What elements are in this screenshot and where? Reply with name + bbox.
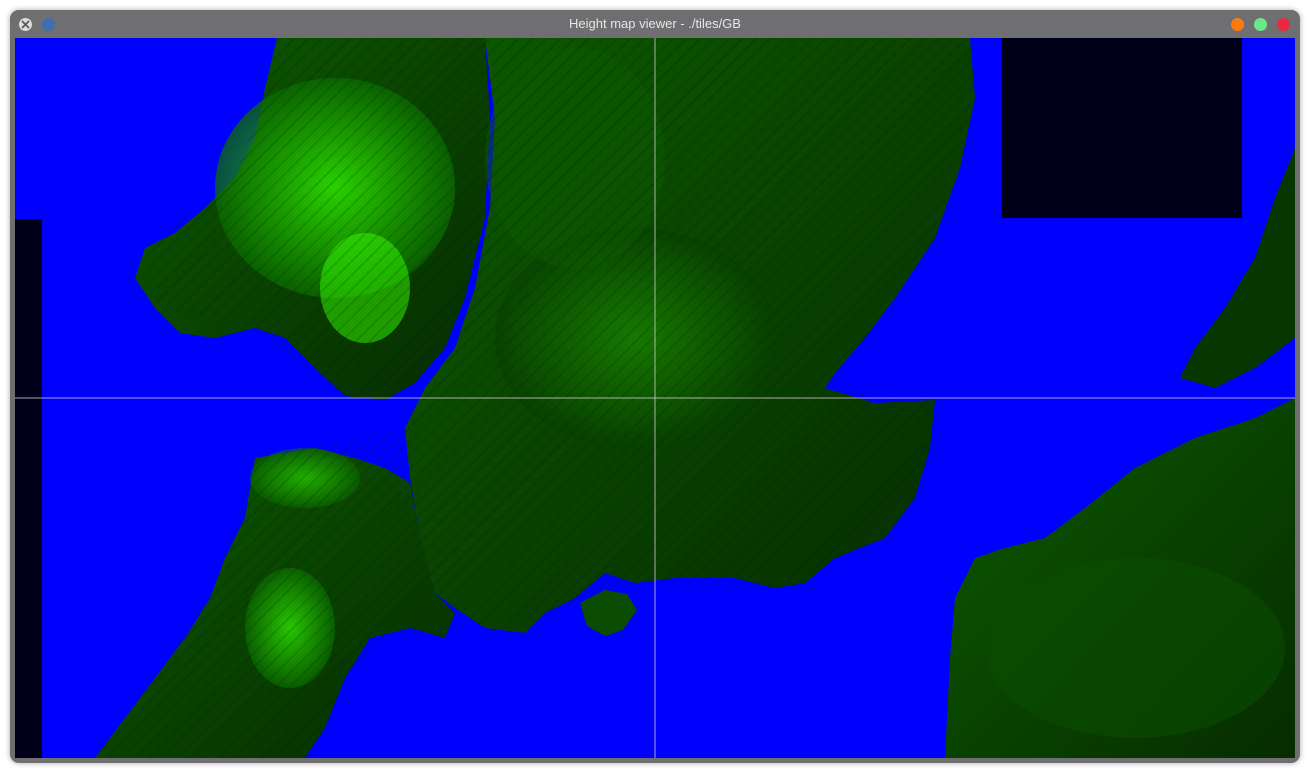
height-map-canvas[interactable] [15,38,1295,758]
missing-tile-top-right [1002,38,1242,218]
land-france-interior [985,558,1285,738]
app-window: Height map viewer - ./tiles/GB [10,10,1300,763]
window-title: Height map viewer - ./tiles/GB [569,16,741,31]
close-button[interactable] [1277,18,1290,31]
missing-tile-left [15,219,42,758]
titlebar[interactable]: Height map viewer - ./tiles/GB [10,10,1300,38]
minimize-button[interactable] [1231,18,1244,31]
height-map-svg[interactable] [15,38,1295,758]
maximize-button[interactable] [1254,18,1267,31]
